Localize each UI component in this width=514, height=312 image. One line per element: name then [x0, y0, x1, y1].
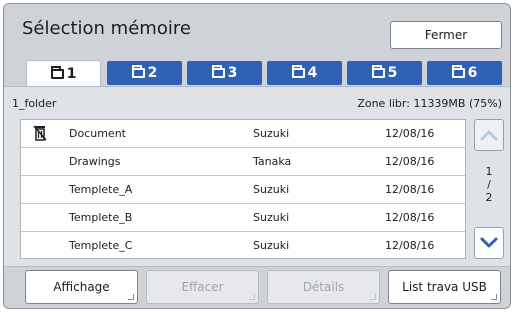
chevron-up-icon: [480, 130, 498, 141]
document-owner: Suzuki: [253, 211, 290, 224]
document-owner: Suzuki: [253, 183, 290, 196]
document-name: Templete_C: [69, 239, 133, 252]
memory-selection-window: Sélection mémoire Fermer 1 2 3 4 5 6 1_f: [3, 3, 511, 309]
tab-label: 5: [387, 65, 398, 81]
folder-icon: [131, 65, 145, 78]
document-owner: Suzuki: [253, 239, 290, 252]
folder-icon: [291, 65, 305, 78]
document-name: Templete_B: [69, 211, 133, 224]
list-item[interactable]: Templete_C Suzuki 12/08/16: [21, 232, 465, 260]
tab-folder-6[interactable]: 6: [427, 61, 502, 85]
tab-folder-2[interactable]: 2: [107, 61, 182, 85]
total-pages: 2: [485, 191, 493, 204]
tab-folder-4[interactable]: 4: [267, 61, 342, 85]
usb-job-list-button[interactable]: List trava USB: [388, 270, 501, 304]
document-list: Document Suzuki 12/08/16 Drawings Tanaka…: [20, 119, 466, 259]
document-date: 12/08/16: [385, 155, 435, 168]
list-item[interactable]: Drawings Tanaka 12/08/16: [21, 148, 465, 176]
folder-icon: [371, 65, 385, 78]
close-button[interactable]: Fermer: [390, 21, 502, 49]
document-date: 12/08/16: [385, 239, 435, 252]
document-owner: Tanaka: [253, 155, 292, 168]
tab-label: 6: [467, 65, 478, 81]
list-item[interactable]: Document Suzuki 12/08/16: [21, 120, 465, 148]
tab-label: 2: [147, 65, 158, 81]
document-owner: Suzuki: [253, 127, 290, 140]
folder-open-icon: [50, 65, 64, 79]
tab-label: 4: [307, 65, 318, 81]
current-page: 1: [485, 165, 493, 178]
page-indicator: 1 / 2: [474, 165, 504, 204]
display-button[interactable]: Affichage: [25, 270, 138, 304]
delete-button[interactable]: Effacer: [146, 270, 259, 304]
folder-icon: [211, 65, 225, 78]
folder-icon: [451, 65, 465, 78]
document-date: 12/08/16: [385, 183, 435, 196]
trash-icon: [33, 125, 47, 141]
free-space-indicator: Zone libr: 11339MB (75%): [357, 97, 502, 110]
action-bar: Affichage Effacer Détails List trava USB: [4, 266, 510, 308]
list-item[interactable]: Templete_B Suzuki 12/08/16: [21, 204, 465, 232]
page-title: Sélection mémoire: [22, 18, 191, 39]
scroll-down-button[interactable]: [474, 227, 504, 259]
folder-content-panel: 1_folder Zone libr: 11339MB (75%) Docume…: [4, 86, 510, 266]
chevron-down-icon: [480, 237, 498, 248]
document-name: Document: [69, 127, 126, 140]
scroll-up-button[interactable]: [474, 119, 504, 151]
tab-label: 1: [66, 65, 77, 82]
tab-label: 3: [227, 65, 238, 81]
header: Sélection mémoire Fermer: [4, 4, 510, 56]
tab-folder-3[interactable]: 3: [187, 61, 262, 85]
page-separator: /: [487, 178, 491, 191]
list-item[interactable]: Templete_A Suzuki 12/08/16: [21, 176, 465, 204]
tab-folder-5[interactable]: 5: [347, 61, 422, 85]
folder-name: 1_folder: [12, 97, 57, 110]
document-name: Drawings: [69, 155, 121, 168]
document-name: Templete_A: [69, 183, 133, 196]
list-scrollbar: 1 / 2: [474, 119, 504, 259]
document-date: 12/08/16: [385, 211, 435, 224]
folder-tabs: 1 2 3 4 5 6: [26, 60, 506, 86]
document-date: 12/08/16: [385, 127, 435, 140]
details-button[interactable]: Détails: [267, 270, 380, 304]
tab-folder-1[interactable]: 1: [26, 60, 101, 86]
